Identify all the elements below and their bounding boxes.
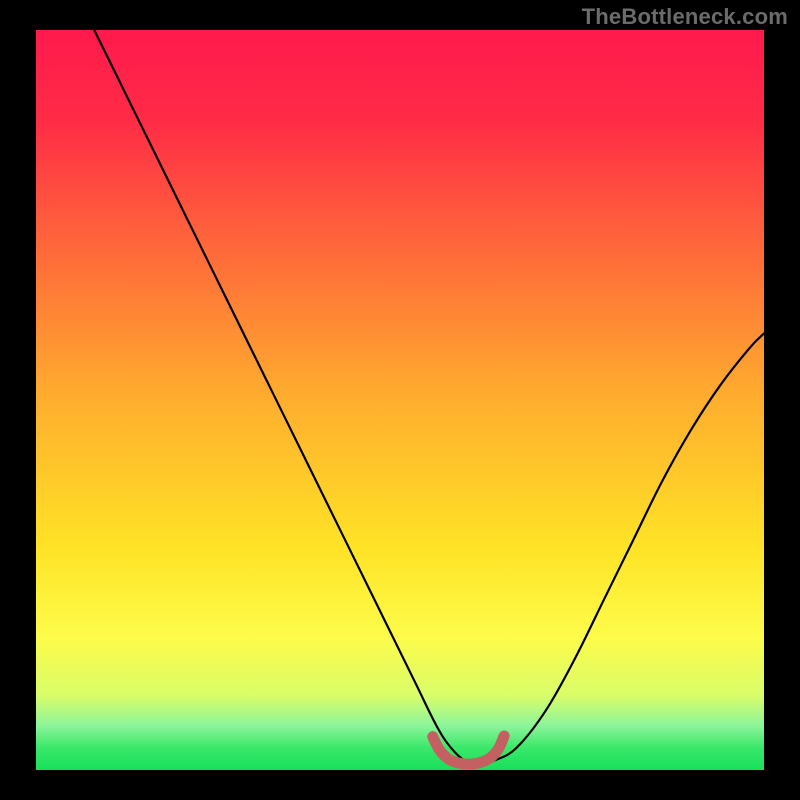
watermark-text: TheBottleneck.com xyxy=(582,4,788,30)
chart-frame: TheBottleneck.com xyxy=(0,0,800,800)
plot-background xyxy=(36,30,764,770)
chart-svg xyxy=(0,0,800,800)
